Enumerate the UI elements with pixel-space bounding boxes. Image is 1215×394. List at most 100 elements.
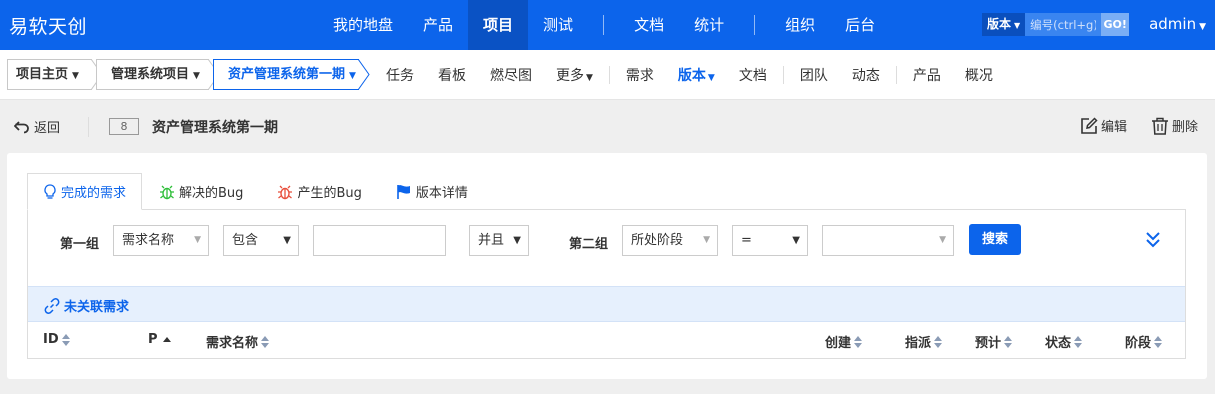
group2-value-select[interactable]: ▼ — [822, 225, 954, 256]
sub-nav-story[interactable]: 需求 — [614, 65, 666, 85]
sub-nav-team[interactable]: 团队 — [788, 65, 840, 85]
nav-divider — [603, 15, 605, 35]
group1-field-select[interactable]: 需求名称 ▼ — [113, 225, 209, 256]
column-header-assigned[interactable]: 指派 — [905, 332, 943, 351]
double-chevron-down-icon[interactable] — [1144, 230, 1162, 250]
caret-down-icon: ▼ — [72, 71, 79, 81]
sub-nav-kanban[interactable]: 看板 — [426, 65, 478, 85]
main-nav: 我的地盘 产品 项目 测试 文档 统计 组织 后台 — [318, 0, 890, 50]
sub-nav-more-label: 更多 — [556, 68, 584, 84]
tab-label: 产生的Bug — [297, 186, 362, 201]
group2-field-value: 所处阶段 — [631, 233, 684, 248]
back-button[interactable]: 返回 — [14, 117, 60, 136]
group1-operator-select[interactable]: 包含 ▼ — [223, 225, 299, 256]
column-header-title[interactable]: 需求名称 — [206, 332, 270, 351]
sub-nav-overview[interactable]: 概况 — [953, 65, 1005, 85]
caret-down-icon: ▼ — [349, 71, 356, 81]
column-label: 预计 — [975, 336, 1002, 351]
column-header-stage[interactable]: 阶段 — [1125, 332, 1163, 351]
sub-nav-product[interactable]: 产品 — [901, 65, 953, 85]
link-story-button[interactable]: 未关联需求 — [44, 296, 129, 315]
column-header-status[interactable]: 状态 — [1045, 332, 1083, 351]
sub-nav-burndown[interactable]: 燃尽图 — [478, 65, 544, 85]
breadcrumb-project-home[interactable]: 项目主页 ▼ — [7, 59, 103, 90]
group2-operator-select[interactable]: = ▼ — [732, 225, 808, 256]
flag-icon — [397, 184, 410, 199]
main-nav-item-org[interactable]: 组织 — [770, 0, 830, 50]
sub-nav-more[interactable]: 更多 ▼ — [544, 65, 605, 85]
link-story-label: 未关联需求 — [64, 300, 130, 315]
group2-operator-value: = — [741, 233, 752, 248]
bug-icon — [160, 185, 175, 199]
build-id-badge: 8 — [109, 118, 139, 135]
main-nav-item-product[interactable]: 产品 — [408, 0, 468, 50]
table-header: ID P 需求名称 创建 指派 预计 状态 阶段 — [28, 322, 1185, 358]
caret-down-icon: ▼ — [1199, 22, 1206, 32]
brand-logo[interactable]: 易软天创 — [9, 12, 87, 39]
group1-operator-value: 包含 — [232, 233, 259, 248]
sort-icon — [1154, 335, 1163, 348]
search-type-dropdown[interactable]: 版本 ▼ — [982, 13, 1026, 36]
column-label: 阶段 — [1125, 336, 1152, 351]
tab-finished-stories[interactable]: 完成的需求 — [27, 173, 143, 210]
main-nav-item-stats[interactable]: 统计 — [679, 0, 739, 50]
chevron-down-icon: ▼ — [703, 235, 710, 245]
sub-nav-task[interactable]: 任务 — [374, 65, 426, 85]
bug-icon — [278, 185, 293, 199]
tab-label: 版本详情 — [415, 186, 468, 201]
sub-nav-divider — [782, 66, 784, 84]
sub-nav-doc[interactable]: 文档 — [727, 65, 779, 85]
page-title: 资产管理系统第一期 — [152, 120, 278, 136]
breadcrumb-execution[interactable]: 资产管理系统第一期 ▼ — [213, 59, 370, 90]
group2-field-select[interactable]: 所处阶段 ▼ — [622, 225, 718, 256]
main-nav-item-my[interactable]: 我的地盘 — [318, 0, 408, 50]
tab-bar: 完成的需求 解决的Bug 产生的Bug 版本详情 — [27, 173, 485, 210]
breadcrumb-project[interactable]: 管理系统项目 ▼ — [96, 59, 220, 90]
group1-value-input[interactable] — [313, 225, 446, 256]
column-header-priority[interactable]: P — [148, 332, 171, 347]
caret-down-icon: ▼ — [513, 235, 521, 246]
caret-down-icon: ▼ — [586, 73, 593, 83]
column-header-estimate[interactable]: 预计 — [975, 332, 1013, 351]
tab-label: 完成的需求 — [61, 186, 127, 201]
link-story-bar: 未关联需求 — [28, 286, 1185, 322]
user-menu[interactable]: admin ▼ — [1149, 15, 1206, 33]
column-label: ID — [43, 332, 59, 347]
search-go-button[interactable]: GO! — [1101, 13, 1130, 36]
title-divider — [88, 117, 89, 137]
column-label: P — [148, 332, 158, 347]
tab-build-details[interactable]: 版本详情 — [379, 173, 485, 210]
tab-resolved-bugs[interactable]: 解决的Bug — [142, 173, 260, 210]
search-form: 第一组 需求名称 ▼ 包含 ▼ 并且 ▼ 第二组 所处阶段 ▼ = ▼ ▼ 搜索 — [28, 210, 1185, 286]
edit-button[interactable]: 编辑 — [1080, 116, 1127, 135]
link-icon — [44, 297, 60, 314]
trash-icon — [1152, 117, 1168, 135]
main-nav-item-project[interactable]: 项目 — [468, 0, 529, 50]
main-nav-item-doc[interactable]: 文档 — [619, 0, 679, 50]
column-header-created[interactable]: 创建 — [825, 332, 863, 351]
edit-icon — [1081, 116, 1098, 134]
chevron-down-icon: ▼ — [939, 235, 946, 245]
logic-select[interactable]: 并且 ▼ — [469, 225, 529, 256]
sub-nav-build[interactable]: 版本 ▼ — [666, 65, 727, 85]
sort-icon — [261, 335, 270, 348]
sub-nav-dynamic[interactable]: 动态 — [840, 65, 892, 85]
search-button[interactable]: 搜索 — [969, 224, 1021, 255]
sort-icon — [854, 335, 863, 348]
tab-content: 第一组 需求名称 ▼ 包含 ▼ 并且 ▼ 第二组 所处阶段 ▼ = ▼ ▼ 搜索 未关联需… — [27, 209, 1186, 359]
global-search: 版本▼ GO! — [982, 13, 1130, 36]
main-nav-item-test[interactable]: 测试 — [528, 0, 588, 50]
tab-created-bugs[interactable]: 产生的Bug — [260, 173, 378, 210]
main-nav-item-admin[interactable]: 后台 — [830, 0, 890, 50]
global-search-input[interactable] — [1025, 13, 1102, 36]
main-panel: 完成的需求 解决的Bug 产生的Bug 版本详情 第一组 需求名称 ▼ 包含 ▼ 并… — [7, 153, 1207, 379]
sort-icon — [1074, 335, 1083, 348]
logic-value: 并且 — [478, 233, 505, 248]
column-header-id[interactable]: ID — [43, 332, 70, 347]
edit-label: 编辑 — [1101, 120, 1128, 135]
delete-button[interactable]: 删除 — [1151, 116, 1198, 135]
breadcrumb-label: 项目主页 — [16, 67, 69, 82]
nav-divider — [754, 15, 756, 35]
sub-nav-build-label: 版本 — [677, 68, 706, 84]
undo-icon — [14, 120, 29, 133]
